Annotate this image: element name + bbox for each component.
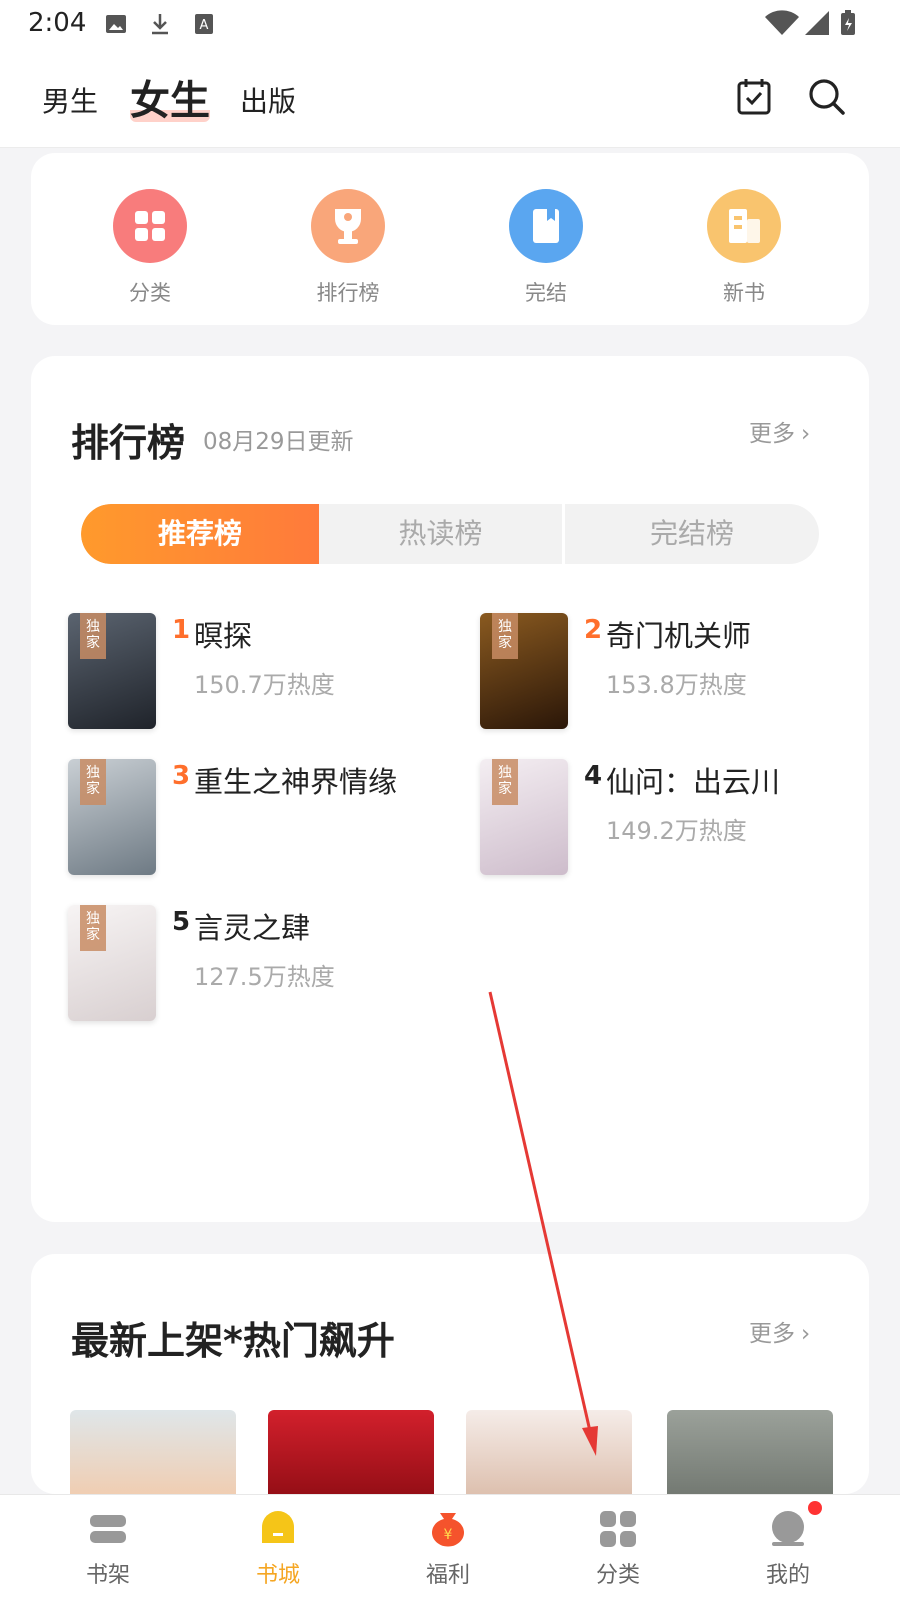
ranking-book-item[interactable]: 独家 2 奇门机关师 153.8万热度: [480, 613, 880, 733]
category-icon: [598, 1509, 638, 1549]
more-label: 更多: [749, 421, 795, 447]
ranking-book-item[interactable]: 独家 3 重生之神界情缘: [68, 759, 468, 879]
nav-label: 我的: [765, 1563, 810, 1588]
ranking-more-link[interactable]: 更多 ›: [749, 414, 810, 448]
quick-link-ranking[interactable]: 排行榜: [288, 189, 408, 307]
book-cover[interactable]: 独家: [68, 759, 156, 875]
rank-number: 3: [172, 761, 191, 791]
nav-profile[interactable]: 我的: [728, 1501, 848, 1589]
quick-link-label: 排行榜: [316, 281, 380, 305]
tab-publish[interactable]: 出版: [240, 80, 296, 120]
nav-label: 分类: [595, 1563, 640, 1588]
exclusive-badge: 独家: [80, 905, 106, 951]
rank-number: 4: [584, 761, 603, 791]
status-bar: 2:04 A: [0, 0, 900, 50]
download-icon: [152, 14, 168, 35]
ranking-book-item[interactable]: 独家 1 暝探 150.7万热度: [68, 613, 468, 733]
book-cover[interactable]: 独家: [480, 759, 568, 875]
rank-number: 2: [584, 615, 603, 645]
book-cover[interactable]: 独家: [68, 905, 156, 1021]
exclusive-badge: 独家: [80, 613, 106, 659]
checkin-calendar-icon[interactable]: [734, 76, 774, 116]
rank-number: 5: [172, 907, 191, 937]
svg-text:¥: ¥: [444, 1527, 453, 1543]
svg-text:A: A: [200, 18, 209, 33]
top-header: 男生 女生 出版: [0, 50, 900, 148]
book-title: 重生之神界情缘: [194, 765, 398, 799]
ranking-book-item[interactable]: 独家 5 言灵之肆 127.5万热度: [68, 905, 468, 1025]
quick-link-label: 完结: [525, 281, 567, 305]
tab-recommend[interactable]: 推荐榜: [81, 504, 319, 564]
exclusive-badge: 独家: [492, 613, 518, 659]
new-releases-title: 最新上架*热门飙升: [71, 1319, 395, 1363]
image-icon: [106, 15, 126, 33]
bottom-nav: 书架 书城 ¥ 福利 分类 我的: [0, 1494, 900, 1600]
nav-label: 福利: [425, 1563, 470, 1588]
quick-link-new-books[interactable]: 新书: [684, 189, 804, 307]
bonus-icon: ¥: [428, 1509, 468, 1549]
book-heat: 127.5万热度: [194, 963, 335, 991]
book-title: 暝探: [194, 619, 253, 653]
book-cover[interactable]: 独家: [68, 613, 156, 729]
bookstore-icon: [258, 1509, 298, 1549]
exclusive-badge: 独家: [80, 759, 106, 805]
quick-link-label: 分类: [129, 281, 171, 305]
ranking-book-item[interactable]: 独家 4 仙问：出云川 149.2万热度: [480, 759, 880, 879]
ranking-updated: 08月29日更新: [203, 429, 354, 455]
nav-label: 书城: [255, 1563, 300, 1588]
tab-female[interactable]: 女生: [130, 68, 210, 126]
battery-icon: [841, 10, 855, 35]
status-time: 2:04: [28, 8, 87, 38]
quick-link-label: 新书: [723, 281, 765, 305]
book-icon: [509, 189, 583, 263]
tab-male[interactable]: 男生: [42, 80, 98, 120]
profile-icon: [768, 1501, 822, 1549]
font-icon: A: [195, 14, 213, 34]
book-heat: 149.2万热度: [606, 817, 747, 845]
more-label: 更多: [749, 1321, 795, 1347]
nav-category[interactable]: 分类: [558, 1509, 678, 1589]
nav-label: 书架: [85, 1563, 130, 1588]
ranking-tab-bar: 推荐榜 热读榜 完结榜: [81, 504, 819, 564]
rank-number: 1: [172, 615, 191, 645]
book-cover[interactable]: 独家: [480, 613, 568, 729]
chevron-right-icon: ›: [801, 1321, 811, 1347]
grid-icon: [113, 189, 187, 263]
search-icon[interactable]: [806, 76, 846, 116]
book-title: 仙问：出云川: [606, 765, 781, 799]
tab-completed[interactable]: 完结榜: [565, 504, 819, 564]
new-releases-card: 最新上架*热门飙升 更多 ›: [31, 1254, 869, 1510]
notification-dot: [808, 1501, 822, 1515]
ranking-card: 排行榜 08月29日更新 更多 › 推荐榜 热读榜 完结榜 独家 1 暝探 150…: [31, 356, 869, 1222]
nav-bookstore[interactable]: 书城: [218, 1509, 338, 1589]
trophy-icon: [311, 189, 385, 263]
wifi-icon: [765, 10, 799, 35]
building-icon: [707, 189, 781, 263]
quick-links-card: 分类 排行榜 完结 新书: [31, 153, 869, 325]
book-title: 奇门机关师: [606, 619, 752, 653]
exclusive-badge: 独家: [492, 759, 518, 805]
nav-bookshelf[interactable]: 书架: [48, 1509, 168, 1589]
book-heat: 153.8万热度: [606, 671, 747, 699]
tab-hot-read[interactable]: 热读榜: [319, 504, 562, 564]
book-title: 言灵之肆: [194, 911, 311, 945]
chevron-right-icon: ›: [801, 421, 811, 447]
book-heat: 150.7万热度: [194, 671, 335, 699]
signal-icon: [805, 11, 829, 35]
ranking-title: 排行榜: [71, 421, 186, 465]
nav-bonus[interactable]: ¥ 福利: [388, 1509, 508, 1589]
new-releases-more-link[interactable]: 更多 ›: [749, 1314, 810, 1348]
bookshelf-icon: [88, 1509, 128, 1549]
quick-link-finished[interactable]: 完结: [486, 189, 606, 307]
quick-link-category[interactable]: 分类: [90, 189, 210, 307]
